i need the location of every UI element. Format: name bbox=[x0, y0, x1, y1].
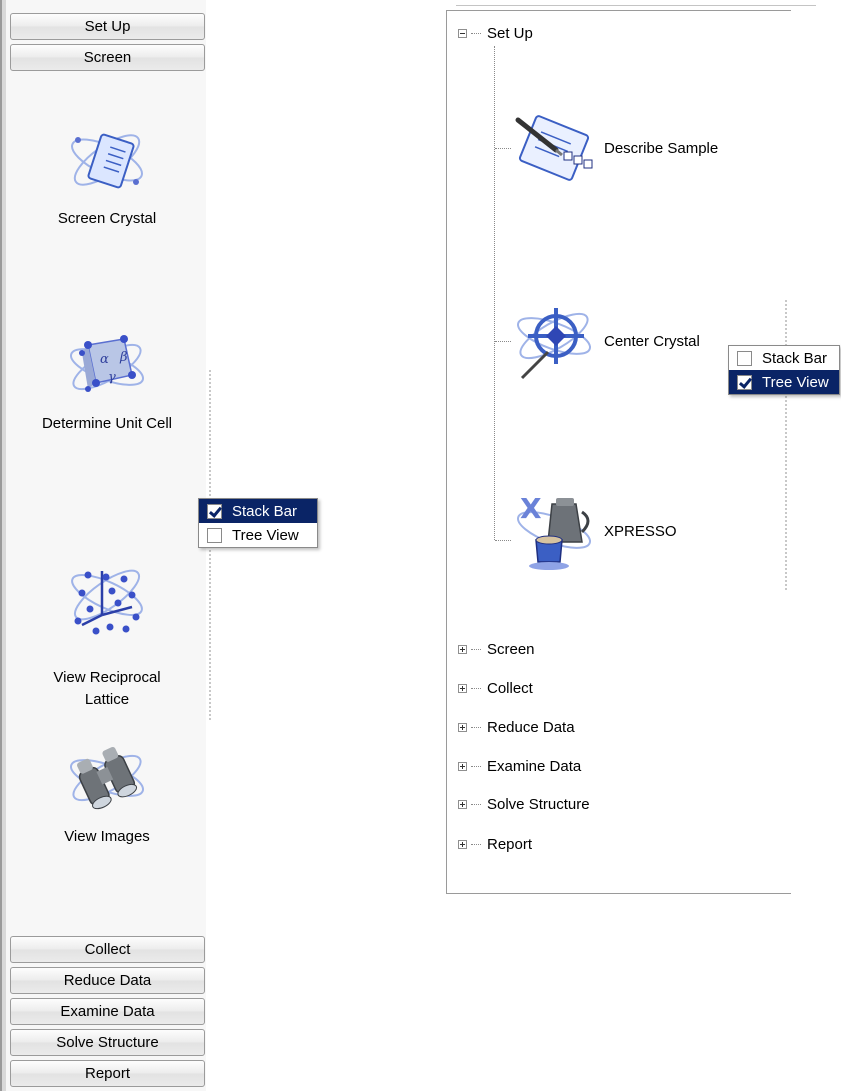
unit-cell-icon: α β γ bbox=[70, 335, 144, 392]
stack-button-screen[interactable]: Screen bbox=[10, 44, 205, 71]
stack-button-examine-data[interactable]: Examine Data bbox=[10, 998, 205, 1025]
tree-child-xpresso[interactable]: X XPRESSO bbox=[512, 490, 677, 572]
tool-determine-unit-cell[interactable]: α β γ Determine Unit Cell bbox=[12, 325, 202, 435]
tree-node-reduce-data[interactable]: Reduce Data bbox=[458, 719, 575, 736]
menu-item-stack-bar[interactable]: Stack Bar bbox=[199, 499, 317, 523]
stack-button-reduce-data[interactable]: Reduce Data bbox=[10, 967, 205, 994]
tree-node-label: Screen bbox=[487, 641, 535, 658]
tree-child-label: Describe Sample bbox=[604, 139, 719, 157]
tree-node-solve-structure[interactable]: Solve Structure bbox=[458, 796, 590, 813]
panel-top-border bbox=[456, 5, 816, 6]
tool-label: Determine Unit Cell bbox=[41, 415, 173, 432]
tree-node-label: Collect bbox=[487, 680, 533, 697]
describe-sample-icon bbox=[515, 115, 593, 181]
tree-child-label: XPRESSO bbox=[604, 522, 677, 540]
tree-node-label: Solve Structure bbox=[487, 796, 590, 813]
menu-item-label: Tree View bbox=[232, 526, 299, 544]
center-crystal-icon bbox=[517, 308, 591, 380]
stack-button-set-up[interactable]: Set Up bbox=[10, 13, 205, 40]
tree-node-set-up[interactable]: Set Up bbox=[458, 25, 533, 42]
tree-node-label: Report bbox=[487, 836, 533, 853]
tree-connector bbox=[495, 148, 511, 149]
expand-icon[interactable] bbox=[458, 684, 467, 693]
svg-text:α: α bbox=[100, 352, 109, 367]
view-context-menu-left: Stack Bar Tree View bbox=[198, 498, 318, 548]
expand-icon[interactable] bbox=[458, 800, 467, 809]
menu-item-label: Tree View bbox=[762, 373, 829, 391]
reciprocal-lattice-icon bbox=[71, 569, 143, 635]
xpresso-icon: X bbox=[517, 492, 591, 570]
tree-node-label: Set Up bbox=[487, 25, 533, 42]
expand-icon[interactable] bbox=[458, 840, 467, 849]
binoculars-icon bbox=[70, 746, 144, 810]
stack-bar-panel: Set Up Screen Screen Crystal α β γ Deter… bbox=[0, 0, 212, 1091]
svg-text:γ: γ bbox=[108, 370, 116, 385]
collapse-icon[interactable] bbox=[458, 29, 467, 38]
tree-connector bbox=[494, 46, 495, 540]
tool-view-reciprocal-lattice[interactable]: View Reciprocal Lattice bbox=[12, 533, 202, 733]
svg-text:X: X bbox=[520, 492, 542, 525]
checkbox-icon-checked bbox=[737, 374, 752, 390]
tree-child-describe-sample[interactable]: Describe Sample bbox=[512, 112, 718, 184]
splitter-handle[interactable] bbox=[785, 300, 787, 590]
view-context-menu-right: Stack Bar Tree View bbox=[728, 345, 840, 395]
menu-item-tree-view[interactable]: Tree View bbox=[199, 523, 317, 547]
tree-node-report[interactable]: Report bbox=[458, 836, 532, 853]
stack-button-solve-structure[interactable]: Solve Structure bbox=[10, 1029, 205, 1056]
tool-label: Screen Crystal bbox=[57, 210, 157, 227]
expand-icon[interactable] bbox=[458, 762, 467, 771]
tree-child-label: Center Crystal bbox=[604, 332, 700, 350]
checkbox-icon-checked bbox=[207, 503, 222, 519]
checkbox-icon bbox=[737, 350, 752, 366]
menu-item-tree-view[interactable]: Tree View bbox=[729, 370, 839, 394]
tree-connector bbox=[495, 341, 511, 342]
tree-node-screen[interactable]: Screen bbox=[458, 641, 535, 658]
tool-label: View Reciprocal Lattice bbox=[53, 669, 161, 708]
tree-node-label: Examine Data bbox=[487, 758, 582, 775]
tool-screen-crystal[interactable]: Screen Crystal bbox=[12, 120, 202, 230]
tree-child-center-crystal[interactable]: Center Crystal bbox=[512, 298, 700, 384]
stack-button-collect[interactable]: Collect bbox=[10, 936, 205, 963]
stack-button-report[interactable]: Report bbox=[10, 1060, 205, 1087]
menu-item-label: Stack Bar bbox=[232, 502, 298, 520]
menu-item-stack-bar[interactable]: Stack Bar bbox=[729, 346, 839, 370]
tool-label: View Images bbox=[64, 828, 150, 845]
tree-node-label: Reduce Data bbox=[487, 719, 575, 736]
screen-crystal-icon bbox=[71, 133, 143, 189]
svg-text:β: β bbox=[119, 350, 128, 365]
expand-icon[interactable] bbox=[458, 645, 467, 654]
tree-connector bbox=[495, 540, 511, 541]
tree-node-examine-data[interactable]: Examine Data bbox=[458, 758, 581, 775]
checkbox-icon bbox=[207, 527, 222, 543]
menu-item-label: Stack Bar bbox=[762, 349, 828, 367]
tool-view-images[interactable]: View Images bbox=[12, 738, 202, 848]
tree-node-collect[interactable]: Collect bbox=[458, 680, 533, 697]
expand-icon[interactable] bbox=[458, 723, 467, 732]
